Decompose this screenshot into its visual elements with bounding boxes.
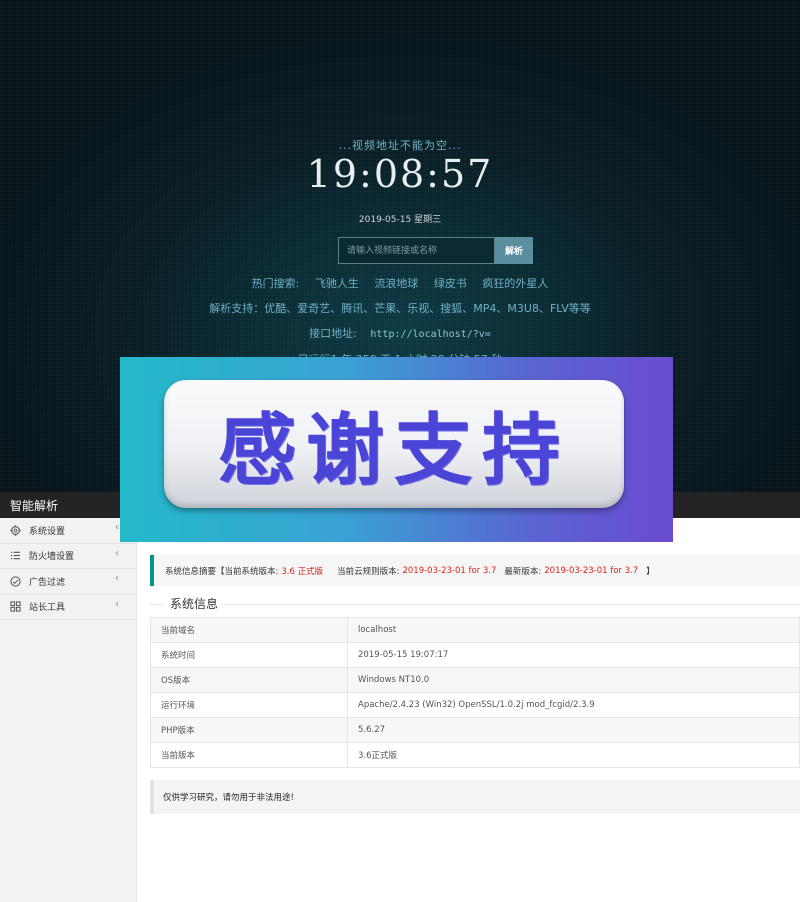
system-info-table: 当前域名 localhost 系统时间 2019-05-15 19:07:17 … [150,617,800,768]
chevron-left-icon: ‹ [115,547,119,559]
hot-search-label: 热门搜索: [251,277,300,290]
thanks-plate: 感谢支持 [164,380,624,508]
info-value: Apache/2.4.23 (Win32) OpenSSL/1.0.2j mod… [347,692,800,718]
usage-notice: 仅供学习研究，请勿用于非法用途! [150,780,800,814]
sidebar-item-label: 广告过滤 [29,577,66,588]
hot-search-item[interactable]: 绿皮书 [434,277,467,290]
summary-prefix: 系统信息摘要【当前系统版本: [165,566,279,577]
table-row: 系统时间 2019-05-15 19:07:17 [150,642,800,668]
info-key: 运行环境 [150,692,348,718]
hot-search-item[interactable]: 飞驰人生 [315,277,359,290]
info-value: 2019-05-15 19:07:17 [347,642,800,668]
hot-search: 热门搜索: 飞驰人生 流浪地球 绿皮书 疯狂的外星人 [0,275,800,291]
date-display: 2019-05-15 星期三 [358,215,442,225]
current-version: 3.6 正式版 [281,566,324,577]
sidebar: 系统设置 ‹ 防火墙设置 ‹ 广告过滤 ‹ 站长工具 ‹ [0,518,137,902]
search-form: 解析 [338,237,533,264]
gear-icon [9,524,21,536]
info-key: OS版本 [150,667,348,693]
table-row: 当前版本 3.6正式版 [150,742,800,768]
table-row: 当前域名 localhost [150,617,800,643]
parse-support-text: 解析支持：优酷、爱奇艺、腾讯、芒果、乐视、搜狐、MP4、M3U8、FLV等等 [209,302,591,315]
chevron-left-icon: ‹ [115,522,119,533]
info-value: 5.6.27 [347,717,800,743]
sidebar-item-ad-filter[interactable]: 广告过滤 ‹ [0,569,136,595]
clock: 19:08:57 [306,152,494,196]
table-row: OS版本 Windows NT10.0 [150,667,800,693]
system-summary-bar: 系统信息摘要【当前系统版本: 3.6 正式版 当前云规则版本: 2019-03-… [150,555,800,586]
hot-search-item[interactable]: 流浪地球 [374,277,418,290]
info-value: Windows NT10.0 [347,667,800,693]
cloud-rule-label: 当前云规则版本: [337,566,400,577]
api-url: http://localhost/?v= [370,329,491,340]
chevron-left-icon: ‹ [115,573,119,584]
empty-url-hint: ...视频地址不能为空... [338,139,462,152]
check-circle-icon [9,575,21,587]
summary-suffix: 】 [646,566,655,577]
divider [150,604,800,605]
sidebar-item-system-settings[interactable]: 系统设置 ‹ [0,518,136,544]
sidebar-item-label: 防火墙设置 [29,552,75,563]
section-title: 系统信息 [164,595,225,612]
api-address: 接口地址: http://localhost/?v= [0,325,800,341]
latest-version-label: 最新版本: [504,566,542,577]
list-icon [9,550,21,562]
parse-button[interactable]: 解析 [495,237,533,264]
sidebar-item-label: 系统设置 [29,526,66,537]
sidebar-item-firewall[interactable]: 防火墙设置 ‹ [0,544,136,569]
sidebar-item-label: 站长工具 [29,603,66,614]
chevron-left-icon: ‹ [115,598,119,610]
sidebar-item-webmaster-tools[interactable]: 站长工具 ‹ [0,595,136,620]
thanks-banner: 感谢支持 [120,357,673,542]
video-url-input[interactable] [338,237,495,264]
api-label: 接口地址: [309,327,357,340]
info-key: 当前版本 [150,742,348,768]
info-key: PHP版本 [150,717,348,743]
info-key: 当前域名 [150,617,348,643]
cloud-rule-version: 2019-03-23-01 for 3.7 [402,565,497,576]
info-value: localhost [347,617,800,643]
thanks-text: 感谢支持 [217,406,570,496]
hot-search-item[interactable]: 疯狂的外星人 [482,277,548,290]
latest-version: 2019-03-23-01 for 3.7 [544,565,639,576]
main-content: 系统信息摘要【当前系统版本: 3.6 正式版 当前云规则版本: 2019-03-… [138,518,800,902]
table-row: PHP版本 5.6.27 [150,717,800,743]
app-title: 智能解析 [10,499,59,513]
table-row: 运行环境 Apache/2.4.23 (Win32) OpenSSL/1.0.2… [150,692,800,718]
info-value: 3.6正式版 [347,742,800,768]
grid-icon [9,601,21,613]
info-key: 系统时间 [150,642,348,668]
